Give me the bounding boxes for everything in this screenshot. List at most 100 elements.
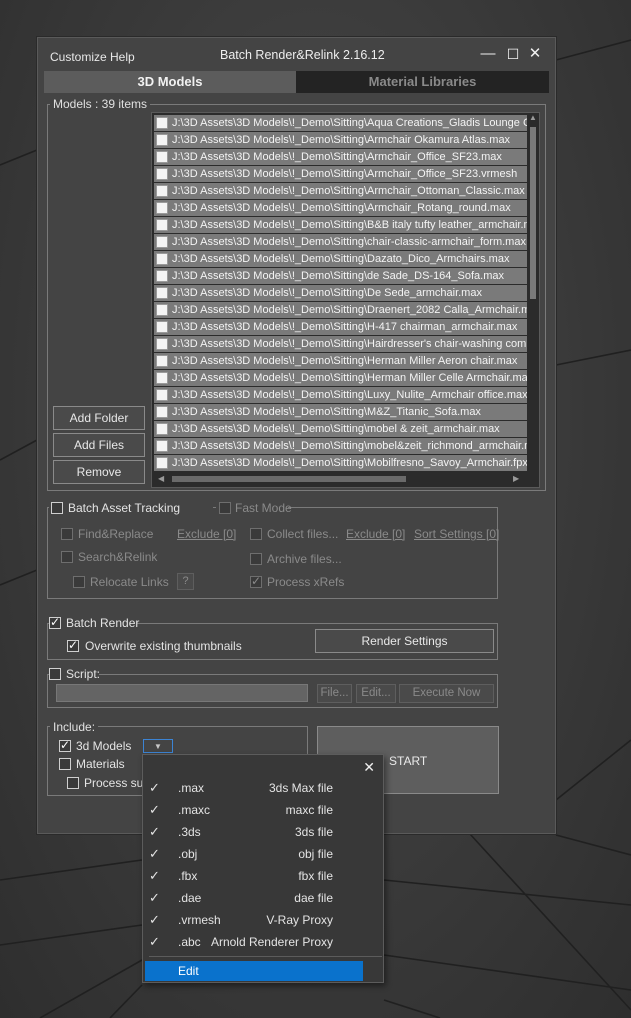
popup-item-obj[interactable]: ✓ .obj obj file bbox=[143, 843, 383, 865]
script-path-field[interactable] bbox=[56, 684, 308, 702]
list-item-checkbox[interactable] bbox=[156, 134, 168, 146]
check-icon: ✓ bbox=[60, 738, 71, 752]
batch-asset-tracking-checkbox[interactable] bbox=[51, 502, 63, 514]
list-item[interactable]: J:\3D Assets\3D Models\!_Demo\Sitting\mo… bbox=[154, 438, 527, 454]
list-item[interactable]: J:\3D Assets\3D Models\!_Demo\Sitting\Ha… bbox=[154, 336, 527, 352]
list-item-checkbox[interactable] bbox=[156, 304, 168, 316]
list-item[interactable]: J:\3D Assets\3D Models\!_Demo\Sitting\mo… bbox=[154, 421, 527, 437]
popup-item-vrmesh[interactable]: ✓ .vrmesh V-Ray Proxy bbox=[143, 909, 383, 931]
list-item-checkbox[interactable] bbox=[156, 457, 168, 469]
exclude-collect-link[interactable]: Exclude [0] bbox=[346, 527, 405, 541]
model-types-dropdown-button[interactable]: ▼ bbox=[143, 739, 173, 753]
list-item-checkbox[interactable] bbox=[156, 270, 168, 282]
model-file-list[interactable]: ▲ ◀ ▶ J:\3D Assets\3D Models\!_Demo\Sitt… bbox=[151, 112, 540, 488]
list-item-checkbox[interactable] bbox=[156, 389, 168, 401]
list-item-checkbox[interactable] bbox=[156, 440, 168, 452]
list-item[interactable]: J:\3D Assets\3D Models\!_Demo\Sitting\Dr… bbox=[154, 302, 527, 318]
scroll-up-icon[interactable]: ▲ bbox=[529, 113, 537, 122]
find-replace-checkbox[interactable] bbox=[61, 528, 73, 540]
batch-asset-tracking-label: Batch Asset Tracking bbox=[68, 501, 181, 515]
list-item-checkbox[interactable] bbox=[156, 202, 168, 214]
list-item[interactable]: J:\3D Assets\3D Models\!_Demo\Sitting\Ar… bbox=[154, 183, 527, 199]
popup-item-fbx[interactable]: ✓ .fbx fbx file bbox=[143, 865, 383, 887]
collect-files-checkbox[interactable] bbox=[250, 528, 262, 540]
list-vertical-scroll-thumb[interactable] bbox=[530, 127, 536, 299]
list-item[interactable]: J:\3D Assets\3D Models\!_Demo\Sitting\M&… bbox=[154, 404, 527, 420]
list-item[interactable]: J:\3D Assets\3D Models\!_Demo\Sitting\Ar… bbox=[154, 149, 527, 165]
minimize-icon[interactable]: — bbox=[478, 44, 498, 64]
relocate-links-label: Relocate Links bbox=[90, 575, 169, 589]
script-checkbox[interactable] bbox=[49, 668, 61, 680]
relocate-links-checkbox[interactable] bbox=[73, 576, 85, 588]
list-horizontal-scrollbar[interactable]: ◀ ▶ bbox=[154, 472, 527, 486]
list-item-checkbox[interactable] bbox=[156, 117, 168, 129]
render-settings-button[interactable]: Render Settings bbox=[315, 629, 494, 653]
list-item-checkbox[interactable] bbox=[156, 406, 168, 418]
tab-material-libraries[interactable]: Material Libraries bbox=[296, 71, 549, 93]
list-item-checkbox[interactable] bbox=[156, 338, 168, 350]
include-materials-checkbox[interactable] bbox=[59, 758, 71, 770]
popup-item-abc[interactable]: ✓ .abc Arnold Renderer Proxy bbox=[143, 931, 383, 953]
list-item[interactable]: J:\3D Assets\3D Models\!_Demo\Sitting\Da… bbox=[154, 251, 527, 267]
list-horizontal-scroll-thumb[interactable] bbox=[172, 476, 406, 482]
list-item[interactable]: J:\3D Assets\3D Models\!_Demo\Sitting\Aq… bbox=[154, 115, 527, 131]
list-item[interactable]: J:\3D Assets\3D Models\!_Demo\Sitting\He… bbox=[154, 353, 527, 369]
list-item[interactable]: J:\3D Assets\3D Models\!_Demo\Sitting\de… bbox=[154, 268, 527, 284]
popup-item-3ds[interactable]: ✓ .3ds 3ds file bbox=[143, 821, 383, 843]
list-item-checkbox[interactable] bbox=[156, 219, 168, 231]
list-item[interactable]: J:\3D Assets\3D Models\!_Demo\Sitting\Ar… bbox=[154, 200, 527, 216]
add-folder-button[interactable]: Add Folder bbox=[53, 406, 145, 430]
script-edit-button[interactable]: Edit... bbox=[356, 684, 396, 703]
popup-item-dae[interactable]: ✓ .dae dae file bbox=[143, 887, 383, 909]
scroll-right-icon[interactable]: ▶ bbox=[513, 474, 519, 483]
script-file-button[interactable]: File... bbox=[317, 684, 352, 703]
title-bar[interactable]: Customize Help Batch Render&Relink 2.16.… bbox=[38, 38, 555, 70]
tab-3d-models[interactable]: 3D Models bbox=[44, 71, 296, 93]
list-item[interactable]: J:\3D Assets\3D Models\!_Demo\Sitting\H-… bbox=[154, 319, 527, 335]
list-item-checkbox[interactable] bbox=[156, 423, 168, 435]
scroll-left-icon[interactable]: ◀ bbox=[158, 474, 164, 483]
remove-button[interactable]: Remove bbox=[53, 460, 145, 484]
list-item[interactable]: J:\3D Assets\3D Models\!_Demo\Sitting\Mo… bbox=[154, 455, 527, 471]
search-relink-checkbox[interactable] bbox=[61, 551, 73, 563]
exclude-find-link[interactable]: Exclude [0] bbox=[177, 527, 236, 541]
list-item-checkbox[interactable] bbox=[156, 355, 168, 367]
list-item-checkbox[interactable] bbox=[156, 253, 168, 265]
execute-now-button[interactable]: Execute Now bbox=[399, 684, 494, 703]
menu-help[interactable]: Help bbox=[110, 50, 135, 64]
batch-render-checkbox[interactable]: ✓ bbox=[49, 615, 61, 629]
process-xrefs-checkbox[interactable]: ✓ bbox=[250, 574, 262, 588]
list-item-checkbox[interactable] bbox=[156, 372, 168, 384]
list-item[interactable]: J:\3D Assets\3D Models\!_Demo\Sitting\Ar… bbox=[154, 166, 527, 182]
process-sub-checkbox[interactable] bbox=[67, 777, 79, 789]
popup-item-maxc[interactable]: ✓ .maxc maxc file bbox=[143, 799, 383, 821]
close-icon[interactable]: ✕ bbox=[525, 44, 545, 64]
list-item-checkbox[interactable] bbox=[156, 185, 168, 197]
popup-close-icon[interactable]: ✕ bbox=[363, 759, 375, 776]
popup-edit-item[interactable]: Edit bbox=[145, 961, 363, 981]
list-item[interactable]: J:\3D Assets\3D Models\!_Demo\Sitting\ch… bbox=[154, 234, 527, 250]
fast-mode-checkbox[interactable] bbox=[219, 502, 231, 514]
list-item-checkbox[interactable] bbox=[156, 236, 168, 248]
sort-settings-link[interactable]: Sort Settings [0] bbox=[414, 527, 499, 541]
list-item[interactable]: J:\3D Assets\3D Models\!_Demo\Sitting\B&… bbox=[154, 217, 527, 233]
popup-item-max[interactable]: ✓ .max 3ds Max file bbox=[143, 777, 383, 799]
relocate-help-button[interactable]: ? bbox=[177, 573, 194, 590]
list-vertical-scrollbar[interactable]: ▲ bbox=[528, 113, 538, 471]
list-item[interactable]: J:\3D Assets\3D Models\!_Demo\Sitting\De… bbox=[154, 285, 527, 301]
archive-files-checkbox[interactable] bbox=[250, 553, 262, 565]
include-3d-models-checkbox[interactable]: ✓ bbox=[59, 738, 71, 752]
list-item-checkbox[interactable] bbox=[156, 287, 168, 299]
list-item-checkbox[interactable] bbox=[156, 168, 168, 180]
list-item-checkbox[interactable] bbox=[156, 151, 168, 163]
maximize-icon[interactable]: ☐ bbox=[503, 44, 523, 64]
list-item-path: J:\3D Assets\3D Models\!_Demo\Sitting\Lu… bbox=[172, 389, 527, 401]
list-item-checkbox[interactable] bbox=[156, 321, 168, 333]
list-item[interactable]: J:\3D Assets\3D Models\!_Demo\Sitting\He… bbox=[154, 370, 527, 386]
list-item[interactable]: J:\3D Assets\3D Models\!_Demo\Sitting\Ar… bbox=[154, 132, 527, 148]
popup-item-ext: .dae bbox=[178, 891, 202, 905]
menu-customize[interactable]: Customize bbox=[50, 50, 107, 64]
add-files-button[interactable]: Add Files bbox=[53, 433, 145, 457]
list-item[interactable]: J:\3D Assets\3D Models\!_Demo\Sitting\Lu… bbox=[154, 387, 527, 403]
overwrite-thumbnails-checkbox[interactable]: ✓ bbox=[67, 638, 79, 652]
